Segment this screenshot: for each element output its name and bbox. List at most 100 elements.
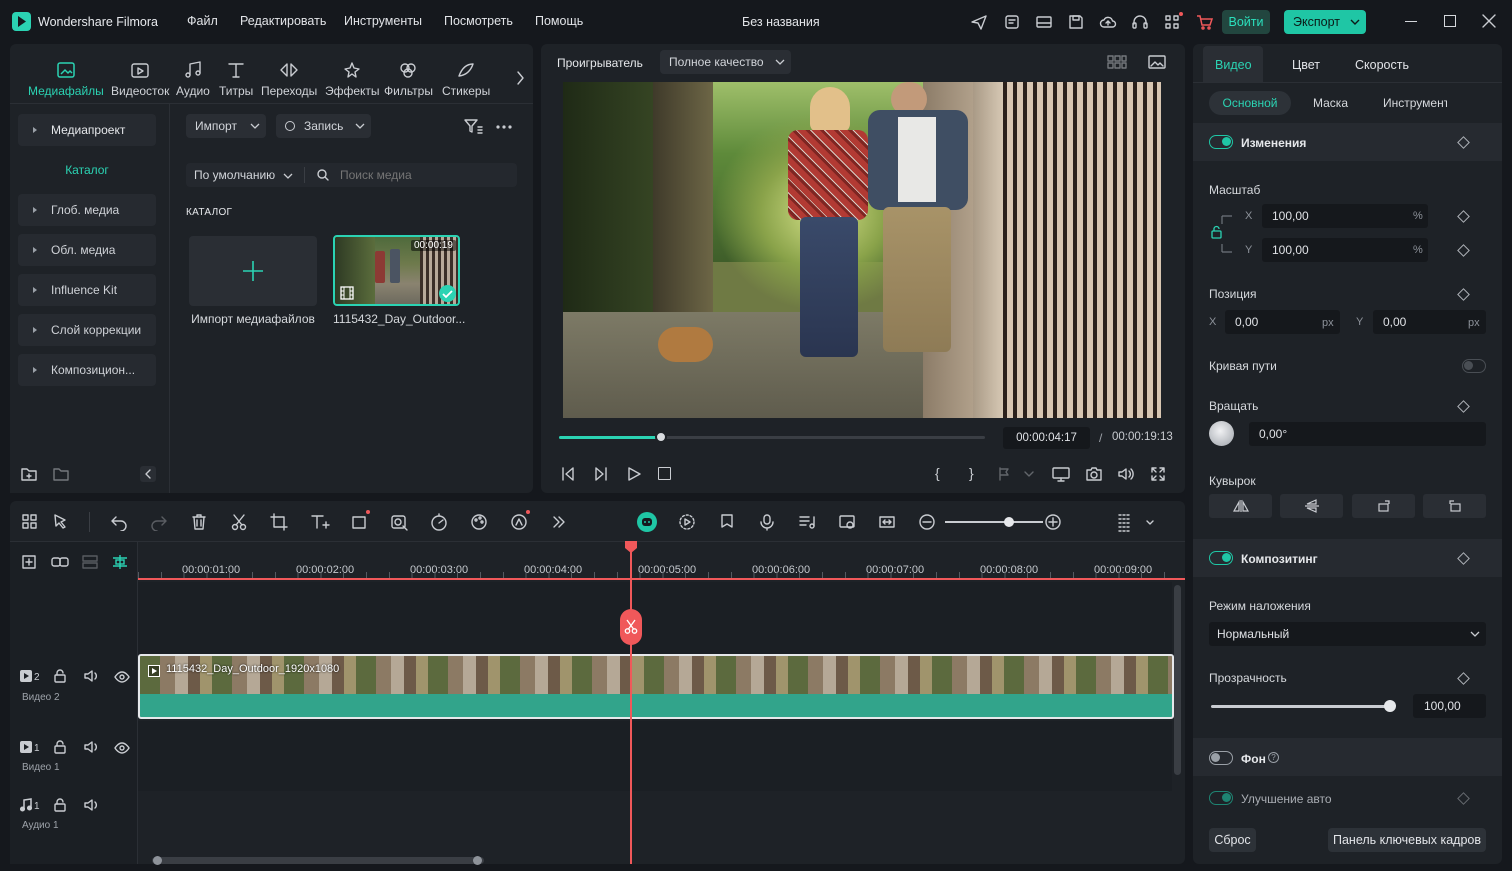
playhead-line[interactable] [630, 546, 632, 864]
help-icon[interactable]: ? [1268, 752, 1279, 763]
cart-icon[interactable] [1195, 13, 1213, 31]
tab-speed[interactable]: Скорость [1355, 58, 1409, 72]
export-button[interactable]: Экспорт [1284, 10, 1366, 34]
sidebar-item-adjustment-layer[interactable]: Слой коррекции [18, 314, 156, 346]
flip-horizontal-button[interactable] [1209, 494, 1272, 518]
hscroll-left-handle[interactable] [153, 856, 162, 865]
redo-icon[interactable] [150, 513, 168, 531]
text-tool-icon[interactable] [310, 513, 330, 531]
quality-dropdown[interactable]: Полное качество [660, 50, 791, 74]
crop-icon[interactable] [270, 513, 288, 531]
zoom-in-icon[interactable] [1045, 514, 1061, 530]
opacity-slider[interactable] [1211, 705, 1391, 708]
clip-thumbnail[interactable]: 00:00:19 [333, 235, 460, 306]
reset-button[interactable]: Сброс [1209, 828, 1256, 852]
video2-volume-icon[interactable] [84, 669, 100, 683]
auto-enhance-toggle[interactable] [1209, 791, 1233, 805]
subtab-mask[interactable]: Маска [1313, 96, 1348, 110]
login-button[interactable]: Войти [1222, 10, 1270, 34]
prev-frame-icon[interactable] [560, 466, 576, 482]
display-settings-icon[interactable] [1052, 466, 1070, 482]
menu-tools[interactable]: Инструменты [344, 14, 422, 28]
send-icon[interactable] [970, 13, 988, 31]
lock-ratio-icon[interactable] [1210, 212, 1234, 256]
more-options-icon[interactable] [496, 125, 514, 129]
zoom-slider[interactable] [945, 521, 1043, 523]
tab-filters[interactable]: Фильтры [384, 60, 433, 98]
opacity-slider-knob[interactable] [1384, 700, 1396, 712]
speed-icon[interactable] [430, 513, 450, 531]
delete-icon[interactable] [190, 513, 208, 531]
play-icon[interactable] [626, 466, 642, 482]
mark-out-icon[interactable]: } [969, 465, 974, 481]
hscroll-right-handle[interactable] [473, 856, 482, 865]
video2-eye-icon[interactable] [114, 671, 130, 683]
layout-switch-icon[interactable] [21, 513, 39, 531]
stop-icon[interactable] [658, 467, 671, 480]
path-curve-toggle[interactable] [1462, 359, 1486, 373]
volume-icon[interactable] [1117, 466, 1135, 482]
chevron-right-icon[interactable] [515, 70, 525, 86]
new-folder-icon[interactable] [20, 466, 38, 482]
menu-view[interactable]: Посмотреть [444, 14, 513, 28]
video-clip[interactable]: 1115432_Day_Outdoor_1920x1080 [138, 654, 1174, 719]
timeline-horizontal-scrollbar[interactable] [152, 857, 484, 864]
link-icon[interactable] [51, 554, 69, 570]
subtab-tools[interactable]: Инструмент [1383, 96, 1447, 110]
snapshot-view-icon[interactable] [1148, 55, 1166, 69]
tab-titles[interactable]: Титры [219, 60, 253, 98]
timeline-vertical-scrollbar[interactable] [1174, 585, 1181, 775]
zoom-slider-knob[interactable] [1004, 517, 1014, 527]
playhead-handle[interactable] [624, 540, 638, 554]
marker-dropdown-icon[interactable] [997, 467, 1035, 481]
more-tools-icon[interactable] [552, 515, 566, 529]
rotate-input[interactable]: 0,00° [1249, 422, 1486, 446]
microphone-icon[interactable] [758, 513, 776, 531]
zoom-out-icon[interactable] [919, 514, 935, 530]
minimize-icon[interactable] [1405, 21, 1417, 23]
audio-mix-icon[interactable] [798, 513, 816, 531]
marker-icon[interactable] [718, 513, 736, 531]
snap-icon[interactable] [111, 554, 129, 570]
ai-cutout-icon[interactable] [390, 513, 410, 531]
add-track-icon[interactable] [21, 554, 39, 570]
menu-file[interactable]: Файл [187, 14, 218, 28]
video1-volume-icon[interactable] [84, 740, 100, 754]
current-time[interactable]: 00:00:04:17 [1003, 427, 1090, 449]
auto-reframe-icon[interactable] [838, 513, 856, 531]
rotate-ccw-button[interactable] [1423, 494, 1486, 518]
track-manager-icon[interactable] [81, 554, 99, 570]
render-preview-icon[interactable] [678, 513, 696, 531]
next-frame-icon[interactable] [593, 466, 609, 482]
sidebar-item-project-media[interactable]: Медиапроект [18, 114, 156, 146]
keyframe-panel-button[interactable]: Панель ключевых кадров [1328, 828, 1486, 852]
video1-lock-icon[interactable] [53, 740, 67, 754]
video2-lock-icon[interactable] [53, 669, 67, 683]
sidebar-item-influence-kit[interactable]: Influence Kit [18, 274, 156, 306]
rotate-dial[interactable] [1209, 421, 1234, 446]
sidebar-item-catalog[interactable]: Каталог [18, 154, 156, 186]
import-media-tile[interactable] [189, 236, 317, 306]
save-icon[interactable] [1067, 13, 1085, 31]
grid-view-icon[interactable] [1107, 55, 1127, 69]
ai-companion-icon[interactable] [637, 512, 657, 532]
undo-icon[interactable] [110, 513, 128, 531]
opacity-input[interactable]: 100,00 [1413, 694, 1486, 718]
flip-vertical-button[interactable] [1280, 494, 1343, 518]
scale-x-input[interactable]: 100,00 [1262, 204, 1428, 228]
ai-audio-icon[interactable] [510, 513, 530, 531]
tab-stickers[interactable]: Стикеры [442, 60, 490, 98]
audio1-volume-icon[interactable] [84, 798, 100, 812]
menu-edit[interactable]: Редактировать [240, 14, 326, 28]
tab-audio[interactable]: Аудио [176, 60, 210, 98]
tab-color[interactable]: Цвет [1292, 58, 1320, 72]
sort-dropdown[interactable]: По умолчанию [194, 168, 293, 182]
rotate-cw-button[interactable] [1352, 494, 1415, 518]
player-progress-track[interactable] [559, 431, 985, 443]
subtab-basic[interactable]: Основной [1209, 91, 1291, 115]
tab-media[interactable]: Медиафайлы [28, 60, 104, 98]
split-scissors-icon[interactable] [230, 513, 248, 531]
sidebar-item-cloud-media[interactable]: Обл. медиа [18, 234, 156, 266]
timeline-settings-icon[interactable] [1117, 512, 1157, 532]
sidebar-item-compound[interactable]: Композицион... [18, 354, 156, 386]
